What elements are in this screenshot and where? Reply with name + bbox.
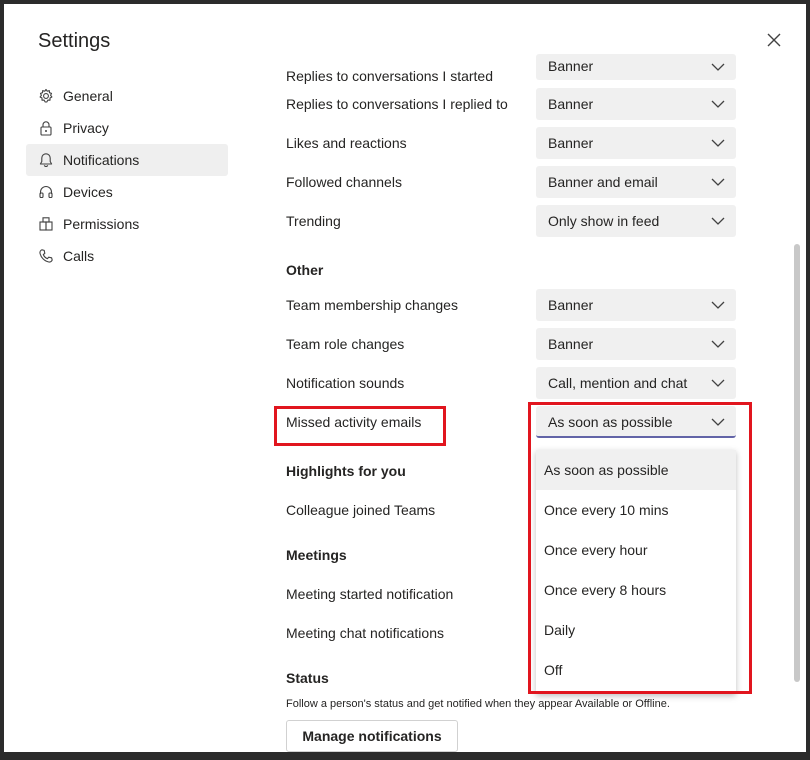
row-label: Team role changes (286, 336, 405, 352)
row-label: Missed activity emails (286, 414, 422, 430)
select-value: Banner (548, 58, 594, 74)
manage-notifications-button[interactable]: Manage notifications (286, 720, 458, 752)
notifications-content: Replies to conversations I started Banne… (286, 4, 796, 752)
row-team-membership: Team membership changes Banner (286, 289, 746, 321)
row-trending: Trending Only show in feed (286, 205, 746, 237)
menu-option-as-soon-as-possible[interactable]: As soon as possible (536, 450, 736, 490)
row-label: Followed channels (286, 174, 402, 190)
row-missed-activity: Missed activity emails As soon as possib… (286, 406, 746, 438)
row-replies-replied: Replies to conversations I replied to Ba… (286, 88, 746, 120)
settings-dialog: Settings General Privacy Notifications D… (4, 4, 806, 752)
trending-select[interactable]: Only show in feed (536, 205, 736, 237)
lock-icon (38, 120, 54, 136)
menu-option-once-every-8-hours[interactable]: Once every 8 hours (536, 570, 736, 610)
section-meetings: Meetings (286, 547, 347, 563)
followed-select[interactable]: Banner and email (536, 166, 736, 198)
row-likes: Likes and reactions Banner (286, 127, 746, 159)
likes-select[interactable]: Banner (536, 127, 736, 159)
replies-started-select[interactable]: Banner (536, 54, 736, 80)
chevron-down-icon (711, 139, 725, 147)
replies-replied-select[interactable]: Banner (536, 88, 736, 120)
settings-nav: General Privacy Notifications Devices Pe… (26, 80, 228, 272)
nav-item-label: Notifications (63, 152, 140, 168)
chevron-down-icon (711, 379, 725, 387)
chevron-down-icon (711, 178, 725, 186)
row-label: Team membership changes (286, 297, 458, 313)
row-followed: Followed channels Banner and email (286, 166, 746, 198)
row-label: Replies to conversations I replied to (286, 96, 508, 112)
row-notification-sounds: Notification sounds Call, mention and ch… (286, 367, 746, 399)
menu-option-once-every-hour[interactable]: Once every hour (536, 530, 736, 570)
row-team-role: Team role changes Banner (286, 328, 746, 360)
row-label: Likes and reactions (286, 135, 407, 151)
nav-item-label: Permissions (63, 216, 140, 232)
select-value: Banner (548, 135, 594, 151)
row-label: Trending (286, 213, 341, 229)
nav-item-notifications[interactable]: Notifications (26, 144, 228, 176)
chevron-down-icon (711, 63, 725, 71)
nav-item-label: Calls (63, 248, 95, 264)
select-value: Banner (548, 336, 594, 352)
missed-activity-select[interactable]: As soon as possible (536, 406, 736, 438)
status-description: Follow a person's status and get notifie… (286, 698, 670, 710)
chevron-down-icon (711, 301, 725, 309)
notification-sounds-select[interactable]: Call, mention and chat (536, 367, 736, 399)
row-label: Replies to conversations I started (286, 68, 493, 84)
nav-item-label: General (63, 88, 113, 104)
row-label: Colleague joined Teams (286, 502, 436, 518)
section-status: Status (286, 670, 329, 686)
select-value: Banner (548, 297, 594, 313)
select-value: Banner (548, 96, 594, 112)
nav-item-label: Devices (63, 184, 113, 200)
missed-activity-dropdown-menu: As soon as possible Once every 10 mins O… (536, 450, 736, 694)
menu-option-daily[interactable]: Daily (536, 610, 736, 650)
gear-icon (38, 88, 54, 104)
select-value: Only show in feed (548, 213, 660, 229)
team-membership-select[interactable]: Banner (536, 289, 736, 321)
select-value: Call, mention and chat (548, 375, 688, 391)
nav-item-calls[interactable]: Calls (26, 240, 228, 272)
bell-icon (38, 152, 54, 168)
content-scrollbar[interactable] (794, 244, 800, 682)
menu-option-once-every-10-mins[interactable]: Once every 10 mins (536, 490, 736, 530)
dialog-title: Settings (38, 30, 111, 52)
nav-item-general[interactable]: General (26, 80, 228, 112)
nav-item-devices[interactable]: Devices (26, 176, 228, 208)
permissions-icon (38, 216, 54, 232)
chevron-down-icon (711, 418, 725, 426)
menu-option-off[interactable]: Off (536, 650, 736, 690)
chevron-down-icon (711, 340, 725, 348)
row-replies-started: Replies to conversations I started Banne… (286, 54, 746, 86)
select-value: Banner and email (548, 174, 658, 190)
team-role-select[interactable]: Banner (536, 328, 736, 360)
row-label: Notification sounds (286, 375, 405, 391)
chevron-down-icon (711, 100, 725, 108)
nav-item-privacy[interactable]: Privacy (26, 112, 228, 144)
phone-icon (38, 248, 54, 264)
chevron-down-icon (711, 217, 725, 225)
nav-item-permissions[interactable]: Permissions (26, 208, 228, 240)
headset-icon (38, 184, 54, 200)
section-other: Other (286, 262, 324, 278)
select-value: As soon as possible (548, 414, 673, 430)
nav-item-label: Privacy (63, 120, 109, 136)
row-label: Meeting started notification (286, 586, 454, 602)
row-label: Meeting chat notifications (286, 625, 444, 641)
section-highlights: Highlights for you (286, 463, 406, 479)
